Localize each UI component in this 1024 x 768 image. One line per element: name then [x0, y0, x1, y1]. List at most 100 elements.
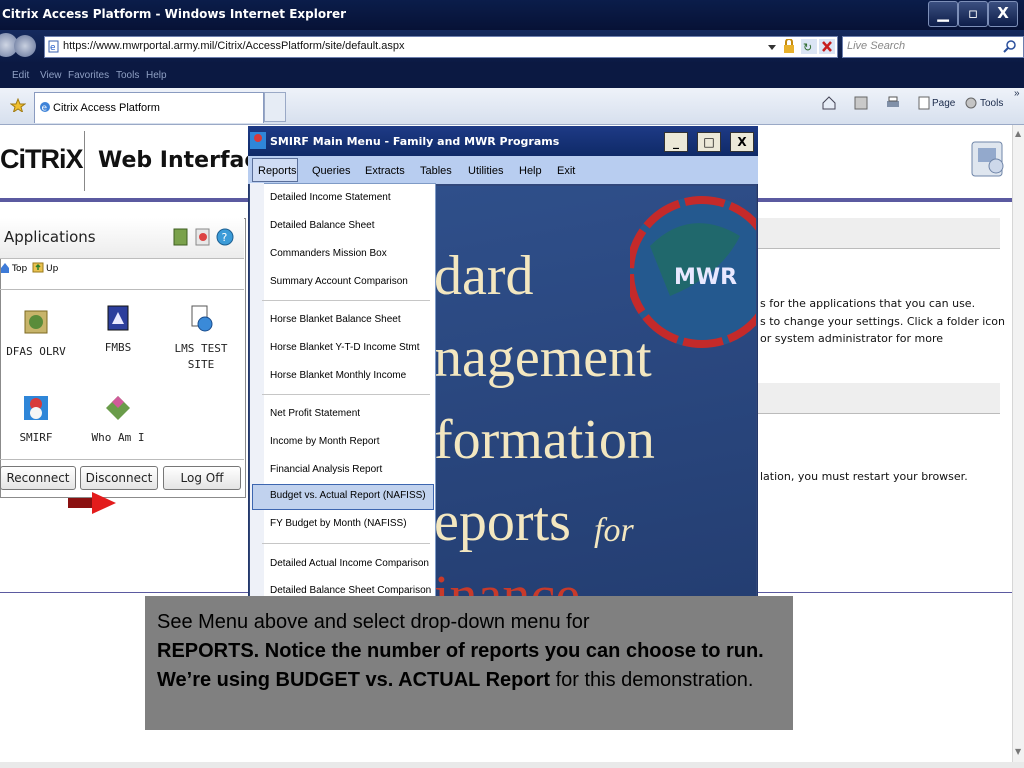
report-item[interactable]: Detailed Income Statement [270, 192, 391, 203]
menu-help[interactable]: Help [519, 165, 542, 177]
report-item[interactable]: Horse Blanket Y-T-D Income Stmt [270, 342, 420, 353]
report-item[interactable]: Horse Blanket Balance Sheet [270, 314, 401, 325]
forward-icon[interactable] [14, 35, 36, 57]
report-item[interactable]: FY Budget by Month (NAFISS) [270, 518, 407, 529]
restore-button[interactable]: ▫ [958, 1, 988, 27]
app-smirf[interactable]: SMIRF [4, 394, 68, 444]
page-menu-label[interactable]: Page [932, 98, 955, 109]
report-item[interactable]: Summary Account Comparison [270, 276, 408, 287]
citrix-app-icon [971, 141, 1004, 177]
apps-divider [0, 289, 244, 290]
dfas-icon [24, 310, 48, 334]
smirf-banner: MWR dard nagement formation eports for i… [434, 186, 756, 596]
disconnect-button[interactable]: Disconnect [80, 466, 158, 490]
info-text-line: s for the applications that you can use. [760, 297, 976, 310]
menu-edit[interactable]: Edit [12, 70, 29, 81]
search-placeholder: Live Search [847, 40, 906, 52]
report-item[interactable]: Commanders Mission Box [270, 248, 387, 259]
menu-exit[interactable]: Exit [557, 165, 575, 177]
vertical-scrollbar[interactable]: ▲ ▼ [1012, 125, 1024, 762]
mwr-logo-text: MWR [674, 265, 737, 290]
smirf-window-icon [250, 132, 266, 149]
home-icon[interactable] [822, 96, 836, 110]
citrix-logo: CiTRiX [0, 144, 84, 174]
top-folder-icon[interactable] [0, 262, 10, 274]
messages-section-header [758, 383, 1000, 414]
callout-tail: for this demonstration. [550, 669, 754, 691]
svg-text:e: e [42, 104, 48, 114]
menu-tables[interactable]: Tables [420, 165, 452, 177]
app-who-am-i[interactable]: Who Am I [86, 394, 150, 444]
nav-top-link[interactable]: Top [12, 264, 27, 274]
report-item-budget-vs-actual[interactable]: Budget vs. Actual Report (NAFISS) [270, 490, 426, 501]
nav-up-link[interactable]: Up [46, 264, 58, 274]
address-bar[interactable]: e https://www.mwrportal.army.mil/Citrix/… [44, 36, 838, 58]
menu-help[interactable]: Help [146, 70, 167, 81]
report-item[interactable]: Detailed Balance Sheet [270, 220, 375, 231]
applications-title: Applications [4, 228, 96, 246]
menu-separator [262, 300, 430, 301]
report-item[interactable]: Detailed Balance Sheet Comparison [270, 585, 431, 596]
report-item[interactable]: Financial Analysis Report [270, 464, 382, 475]
app-fmbs[interactable]: FMBS [86, 304, 150, 354]
refresh-icon[interactable]: ↻ [801, 39, 817, 54]
banner-line: for [594, 512, 634, 549]
logoff-button[interactable]: Log Off [163, 466, 241, 490]
favorites-star-icon[interactable] [10, 98, 26, 112]
dropdown-arrow-icon[interactable] [767, 41, 777, 53]
app-label: Who Am I [91, 431, 145, 444]
feeds-icon[interactable] [854, 96, 868, 110]
scroll-up-icon[interactable]: ▲ [1015, 129, 1021, 138]
new-tab-button[interactable] [264, 92, 286, 122]
stop-icon[interactable] [819, 39, 835, 54]
close-button[interactable]: X [988, 1, 1018, 27]
refresh-apps-icon[interactable] [172, 227, 190, 247]
scroll-down-icon[interactable]: ▼ [1015, 747, 1021, 756]
settings-icon[interactable] [194, 227, 212, 247]
info-text-line: or system administrator for more [760, 332, 944, 345]
page-menu-icon[interactable] [918, 96, 930, 110]
menu-favorites[interactable]: Favorites [68, 70, 109, 81]
menu-queries[interactable]: Queries [312, 165, 351, 177]
report-item[interactable]: Income by Month Report [270, 436, 380, 447]
menu-utilities[interactable]: Utilities [468, 165, 503, 177]
welcome-section-header [758, 218, 1000, 249]
smirf-maximize-button[interactable]: □ [697, 132, 721, 152]
reconnect-button[interactable]: Reconnect [0, 466, 76, 490]
menu-tools[interactable]: Tools [116, 70, 139, 81]
reports-dropdown [250, 183, 436, 598]
menu-view[interactable]: View [40, 70, 62, 81]
window-title: Citrix Access Platform - Windows Interne… [2, 7, 347, 21]
whoami-icon [106, 396, 130, 420]
instruction-callout: See Menu above and select drop-down menu… [145, 596, 793, 730]
tools-gear-icon[interactable] [964, 96, 978, 110]
minimize-button[interactable]: ▁ [928, 1, 958, 27]
app-lms-test-site[interactable]: LMS TEST SITE [164, 304, 238, 373]
tab-citrix-access-platform[interactable]: e Citrix Access Platform [34, 92, 264, 123]
report-item[interactable]: Horse Blanket Monthly Income [270, 370, 406, 381]
svg-text:↻: ↻ [803, 41, 812, 54]
smirf-close-button[interactable]: X [730, 132, 754, 152]
page-title: Web Interface [98, 148, 273, 173]
menu-reports[interactable]: Reports [258, 165, 297, 177]
app-label: LMS TEST SITE [174, 342, 228, 371]
report-item[interactable]: Detailed Actual Income Comparison [270, 558, 429, 569]
banner-line: formation [434, 409, 655, 471]
help-icon[interactable]: ? [216, 227, 234, 247]
smirf-title: SMIRF Main Menu - Family and MWR Program… [270, 135, 560, 148]
report-item[interactable]: Net Profit Statement [270, 408, 360, 419]
chevron-more-icon[interactable]: » [1014, 88, 1020, 99]
app-dfas-olrv[interactable]: DFAS OLRV [4, 308, 68, 358]
fmbs-icon [107, 305, 129, 331]
tools-menu-label[interactable]: Tools [980, 98, 1003, 109]
search-input[interactable]: Live Search [842, 36, 1024, 58]
up-folder-icon[interactable] [32, 261, 44, 273]
banner-line: nagement [434, 327, 652, 389]
print-icon[interactable] [886, 96, 900, 110]
search-icon[interactable] [1003, 40, 1017, 54]
menu-extracts[interactable]: Extracts [365, 165, 405, 177]
banner-line: eports [434, 491, 571, 553]
info-text-line: s to change your settings. Click a folde… [760, 315, 1006, 328]
smirf-minimize-button[interactable]: _ [664, 132, 688, 152]
lock-icon[interactable] [783, 39, 795, 54]
